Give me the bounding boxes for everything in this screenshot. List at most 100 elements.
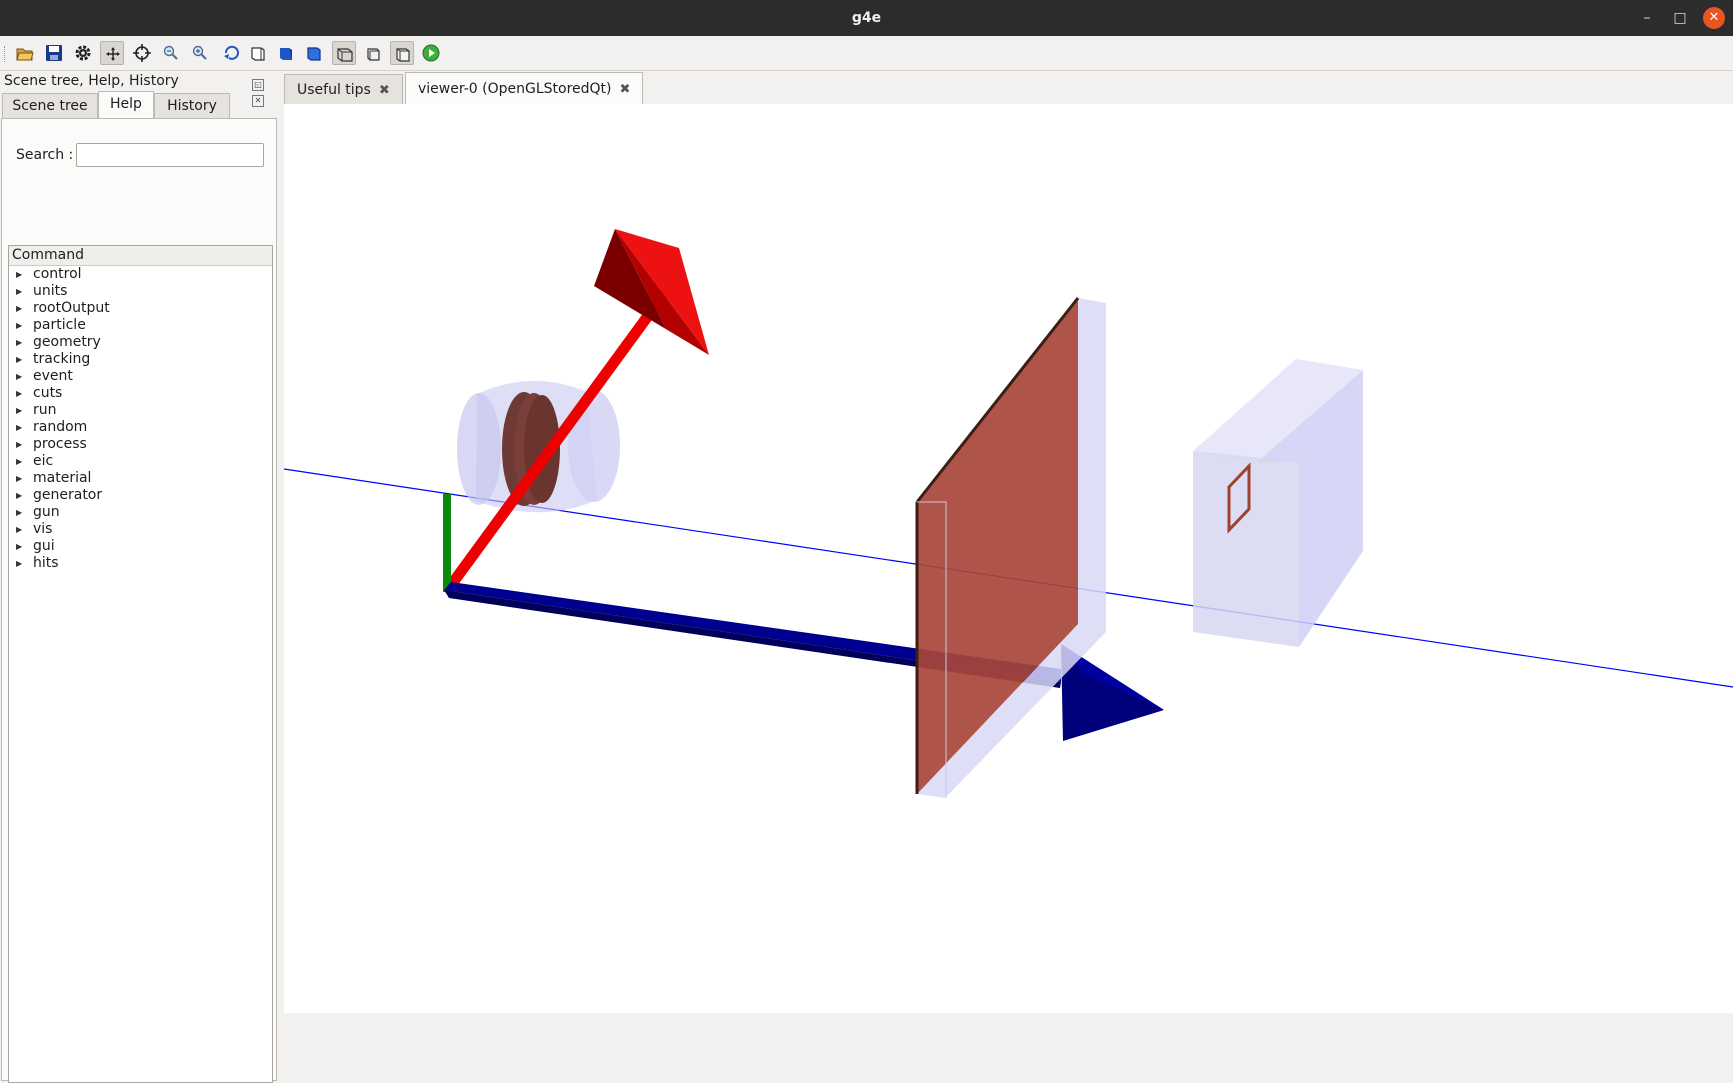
expand-arrow-icon[interactable]: ▶ (16, 368, 22, 385)
expand-arrow-icon[interactable]: ▶ (16, 317, 22, 334)
tree-item[interactable]: ▶ random (9, 419, 272, 436)
expand-arrow-icon[interactable]: ▶ (16, 436, 22, 453)
tree-item[interactable]: ▶ hits (9, 555, 272, 572)
tree-item-label: eic (33, 453, 54, 469)
search-input[interactable] (76, 143, 264, 167)
expand-arrow-icon[interactable]: ▶ (16, 300, 22, 317)
open-folder-icon[interactable] (13, 41, 37, 65)
box-detector (1193, 359, 1363, 647)
tree-item[interactable]: ▶ geometry (9, 334, 272, 351)
expand-arrow-icon[interactable]: ▶ (16, 334, 22, 351)
window-title-bar: g4e – □ ✕ (0, 0, 1733, 36)
expand-arrow-icon[interactable]: ▶ (16, 487, 22, 504)
expand-arrow-icon[interactable]: ▶ (16, 470, 22, 487)
tree-item[interactable]: ▶ gui (9, 538, 272, 555)
tree-item[interactable]: ▶ control (9, 266, 272, 283)
scene-canvas[interactable] (284, 104, 1733, 1013)
command-tree: Command ▶ control ▶ units ▶ rootOutput ▶ partic… (8, 245, 273, 1083)
tree-item-label: tracking (33, 351, 91, 367)
tree-item[interactable]: ▶ material (9, 470, 272, 487)
tree-item-label: gun (33, 504, 60, 520)
tree-item-label: particle (33, 317, 86, 333)
expand-arrow-icon[interactable]: ▶ (16, 385, 22, 402)
dock-close-button[interactable]: ✕ (252, 95, 264, 107)
tab-scene-tree[interactable]: Scene tree (2, 93, 98, 118)
solid-icon[interactable] (274, 41, 298, 65)
wireframe-icon[interactable] (390, 41, 414, 65)
tree-item[interactable]: ▶ gun (9, 504, 272, 521)
dock-title: Scene tree, Help, History (4, 73, 179, 89)
move-icon[interactable] (100, 41, 124, 65)
tree-item[interactable]: ▶ process (9, 436, 272, 453)
expand-arrow-icon[interactable]: ▶ (16, 453, 22, 470)
tree-item-label: generator (33, 487, 103, 503)
tree-item[interactable]: ▶ particle (9, 317, 272, 334)
tab-useful-tips[interactable]: Useful tips ✖ (284, 74, 403, 104)
help-panel: Search : Command ▶ control ▶ units ▶ rootOutp… (1, 118, 277, 1083)
tree-item[interactable]: ▶ run (9, 402, 272, 419)
window-title: g4e (851, 10, 882, 26)
ortho-icon[interactable] (361, 41, 385, 65)
tab-close-icon[interactable]: ✖ (379, 83, 390, 98)
search-label: Search : (16, 147, 74, 163)
tree-item[interactable]: ▶ cuts (9, 385, 272, 402)
dock-float-button[interactable]: ◱ (252, 79, 264, 91)
tab-close-icon[interactable]: ✖ (619, 82, 630, 97)
tree-item-label: material (33, 470, 92, 486)
tree-item-label: geometry (33, 334, 101, 350)
y-axis-arrow (443, 494, 451, 592)
tree-item[interactable]: ▶ tracking (9, 351, 272, 368)
tree-item[interactable]: ▶ vis (9, 521, 272, 538)
pick-target-icon[interactable] (130, 41, 154, 65)
expand-arrow-icon[interactable]: ▶ (16, 538, 22, 555)
main-toolbar (0, 36, 1733, 71)
gear-icon[interactable] (71, 41, 95, 65)
perspective-icon[interactable] (332, 41, 356, 65)
rotate-icon[interactable] (220, 41, 244, 65)
scene-tree-dock: Scene tree, Help, History ◱ ✕ Scene tree… (0, 70, 279, 1083)
tree-item-label: cuts (33, 385, 63, 401)
expand-arrow-icon[interactable]: ▶ (16, 402, 22, 419)
tree-item-label: event (33, 368, 73, 384)
tree-item-label: random (33, 419, 88, 435)
tree-item-label: rootOutput (33, 300, 110, 316)
expand-arrow-icon[interactable]: ▶ (16, 283, 22, 300)
opengl-viewport[interactable] (284, 104, 1733, 1013)
target-cylinder (457, 380, 620, 513)
tree-item-label: gui (33, 538, 55, 554)
tree-item[interactable]: ▶ rootOutput (9, 300, 272, 317)
tree-item-label: vis (33, 521, 53, 537)
tree-item[interactable]: ▶ event (9, 368, 272, 385)
run-icon[interactable] (419, 41, 443, 65)
toolbar-grip[interactable] (4, 46, 8, 62)
tree-item[interactable]: ▶ eic (9, 453, 272, 470)
tab-label: viewer-0 (OpenGLStoredQt) (418, 81, 612, 97)
expand-arrow-icon[interactable]: ▶ (16, 351, 22, 368)
zoom-in-icon[interactable] (188, 41, 212, 65)
tree-item[interactable]: ▶ generator (9, 487, 272, 504)
tree-item-label: control (33, 266, 82, 282)
save-icon[interactable] (42, 41, 66, 65)
expand-arrow-icon[interactable]: ▶ (16, 419, 22, 436)
maximize-button[interactable]: □ (1669, 7, 1691, 29)
tree-header-command[interactable]: Command (9, 246, 272, 266)
tree-item-label: process (33, 436, 87, 452)
expand-arrow-icon[interactable]: ▶ (16, 555, 22, 572)
close-window-button[interactable]: ✕ (1703, 7, 1725, 29)
zoom-out-icon[interactable] (159, 41, 183, 65)
expand-arrow-icon[interactable]: ▶ (16, 266, 22, 283)
tab-history[interactable]: History (154, 93, 230, 118)
tab-viewer-0[interactable]: viewer-0 (OpenGLStoredQt) ✖ (405, 72, 643, 104)
expand-arrow-icon[interactable]: ▶ (16, 521, 22, 538)
tree-item-label: run (33, 402, 57, 418)
tab-help[interactable]: Help (98, 91, 154, 118)
tree-item-label: units (33, 283, 68, 299)
expand-arrow-icon[interactable]: ▶ (16, 504, 22, 521)
surface-icon[interactable] (302, 41, 326, 65)
tree-item-label: hits (33, 555, 59, 571)
hidden-line-icon[interactable] (246, 41, 270, 65)
tab-label: Useful tips (297, 82, 371, 98)
tree-item[interactable]: ▶ units (9, 283, 272, 300)
minimize-button[interactable]: – (1636, 7, 1658, 29)
dock-splitter[interactable] (279, 70, 283, 1017)
